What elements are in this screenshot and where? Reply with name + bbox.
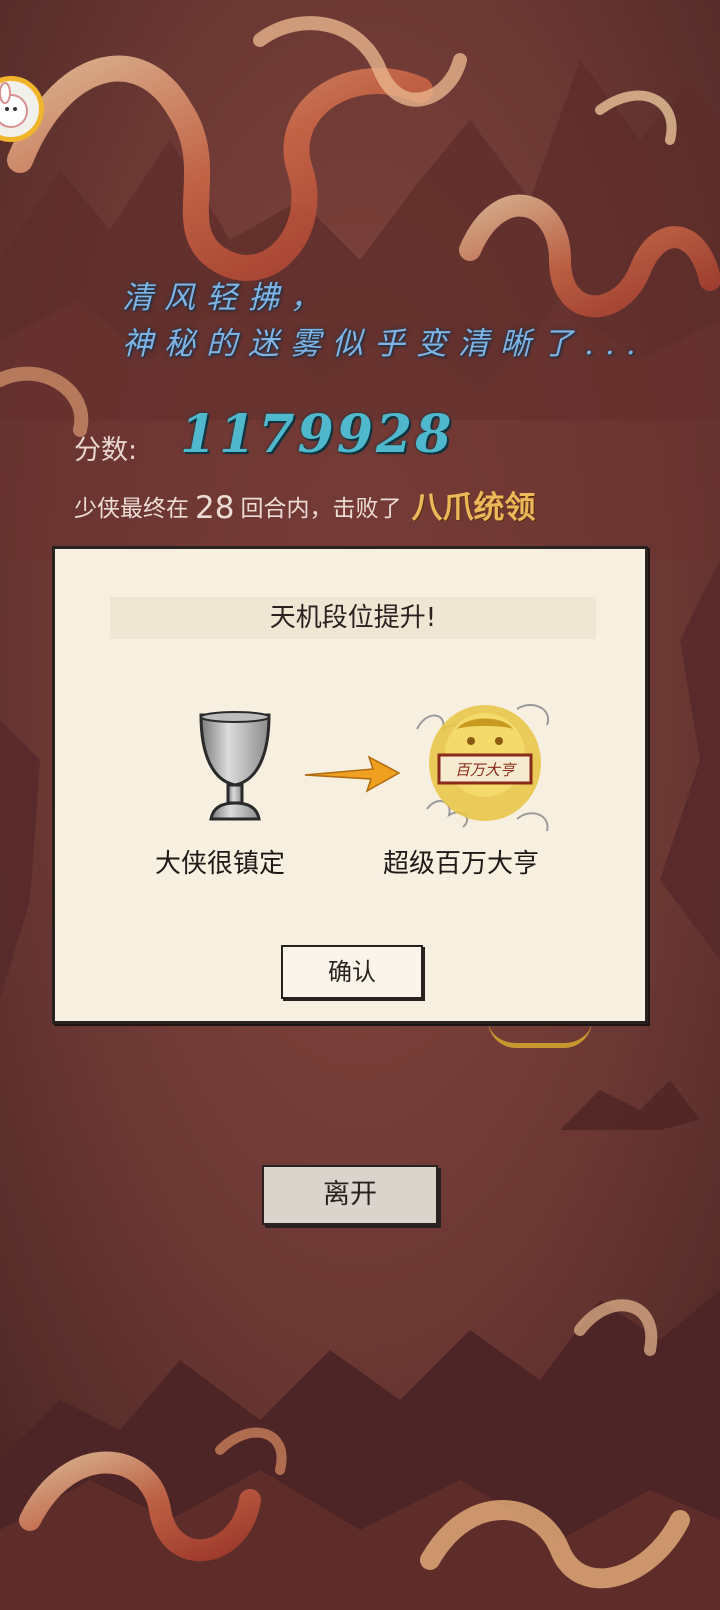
rank-up-dialog: 天机段位提升! 大侠很镇定 百万大亨 超级百万大亨 确认 (52, 546, 648, 1024)
score-label: 分数: (74, 435, 138, 466)
confirm-button[interactable]: 确认 (281, 945, 423, 999)
previous-rank-name: 大侠很镇定 (155, 849, 286, 879)
battle-result-text: 少侠最终在 28 回合内，击败了 八爪统领 (74, 480, 536, 526)
silver-goblet-icon (199, 711, 271, 821)
poem-line-1: 清风轻拂， (122, 280, 332, 316)
result-prefix: 少侠最终在 (74, 496, 189, 522)
rounds-count: 28 (195, 490, 235, 526)
arrow-right-icon (304, 755, 401, 793)
boss-name: 八爪统领 (411, 490, 536, 526)
rabbit-icon (0, 82, 28, 128)
leave-button[interactable]: 离开 (262, 1165, 438, 1225)
golden-dragon-badge-icon: 百万大亨 (416, 704, 550, 832)
score-value: 1179928 (180, 404, 455, 465)
new-rank-name: 超级百万大亨 (383, 849, 540, 879)
player-avatar[interactable] (0, 76, 44, 142)
badge-text: 百万大亨 (455, 761, 517, 779)
result-middle: 回合内，击败了 (240, 496, 402, 522)
dialog-title: 天机段位提升! (110, 597, 596, 639)
glow-ring (488, 1020, 592, 1048)
poem-line-2: 神秘的迷雾似乎变清晰了... (122, 326, 647, 362)
